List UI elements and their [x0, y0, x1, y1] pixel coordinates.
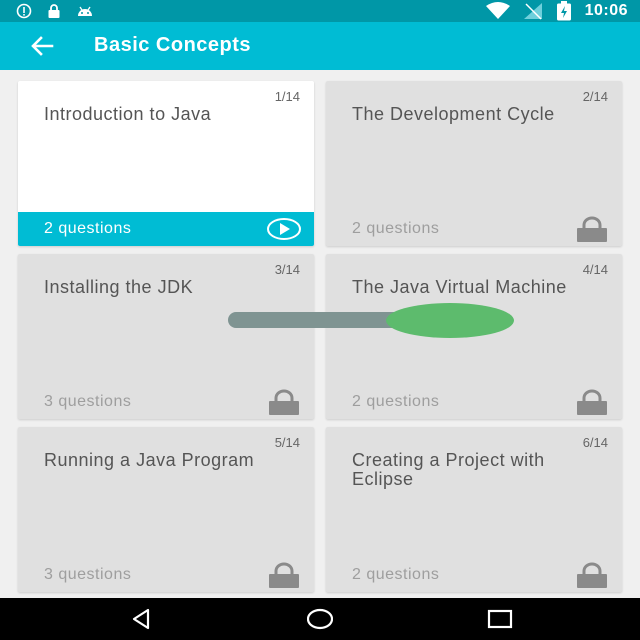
lesson-card-3[interactable]: 3/14 Installing the JDK 3 questions — [18, 254, 314, 419]
wifi-icon — [485, 2, 510, 19]
lock-icon — [269, 389, 299, 415]
home-circle-icon[interactable] — [307, 606, 333, 632]
recents-square-icon[interactable] — [487, 606, 513, 632]
lock-icon — [48, 4, 60, 18]
question-count: 3 questions — [44, 393, 132, 410]
page-title: Basic Concepts — [94, 34, 252, 56]
back-triangle-icon[interactable] — [128, 606, 154, 632]
lock-icon — [577, 389, 607, 415]
lesson-counter: 6/14 — [582, 435, 608, 450]
lesson-title: The Development Cycle — [352, 104, 555, 124]
lesson-card-1[interactable]: 1/14 Introduction to Java 2 questions — [18, 81, 314, 246]
question-count: 2 questions — [352, 220, 440, 237]
signal-icon — [523, 3, 542, 20]
lesson-footer: 2 questions — [326, 212, 622, 246]
question-count: 2 questions — [352, 566, 440, 583]
lesson-card-5[interactable]: 5/14 Running a Java Program 3 questions — [18, 427, 314, 592]
lesson-counter: 2/14 — [582, 89, 608, 104]
lesson-footer[interactable]: 2 questions — [18, 212, 314, 246]
lesson-counter: 3/14 — [274, 262, 300, 277]
lock-icon — [269, 562, 299, 588]
lesson-counter: 4/14 — [582, 262, 608, 277]
lesson-footer: 2 questions — [326, 385, 622, 419]
lesson-counter: 5/14 — [274, 435, 300, 450]
status-bar: 10:06 — [0, 0, 640, 22]
lesson-footer: 3 questions — [18, 558, 314, 592]
lesson-footer: 2 questions — [326, 558, 622, 592]
battery-icon — [556, 1, 571, 21]
lesson-card-6[interactable]: 6/14 Creating a Project with Eclipse 2 q… — [326, 427, 622, 592]
info-icon — [16, 3, 32, 19]
arrow-left-icon[interactable] — [28, 32, 56, 60]
lesson-title: The Java Virtual Machine — [352, 277, 567, 297]
lesson-card-2[interactable]: 2/14 The Development Cycle 2 questions — [326, 81, 622, 246]
status-time: 10:06 — [584, 2, 628, 19]
play-icon[interactable] — [266, 216, 302, 242]
lock-icon — [577, 216, 607, 242]
app-bar: Basic Concepts — [0, 22, 640, 70]
lesson-grid: 1/14 Introduction to Java 2 questions 2/… — [18, 81, 622, 601]
navigation-bar — [0, 598, 640, 640]
swipe-touch-indicator — [386, 303, 514, 338]
question-count: 2 questions — [352, 393, 440, 410]
question-count: 2 questions — [44, 220, 132, 237]
lesson-title: Running a Java Program — [44, 450, 255, 470]
lesson-title: Installing the JDK — [44, 277, 194, 297]
android-icon — [78, 6, 92, 16]
lesson-title: Creating a Project with Eclipse — [352, 450, 545, 489]
question-count: 3 questions — [44, 566, 132, 583]
lesson-title: Introduction to Java — [44, 104, 212, 124]
lesson-counter: 1/14 — [274, 89, 300, 104]
lock-icon — [577, 562, 607, 588]
lesson-footer: 3 questions — [18, 385, 314, 419]
